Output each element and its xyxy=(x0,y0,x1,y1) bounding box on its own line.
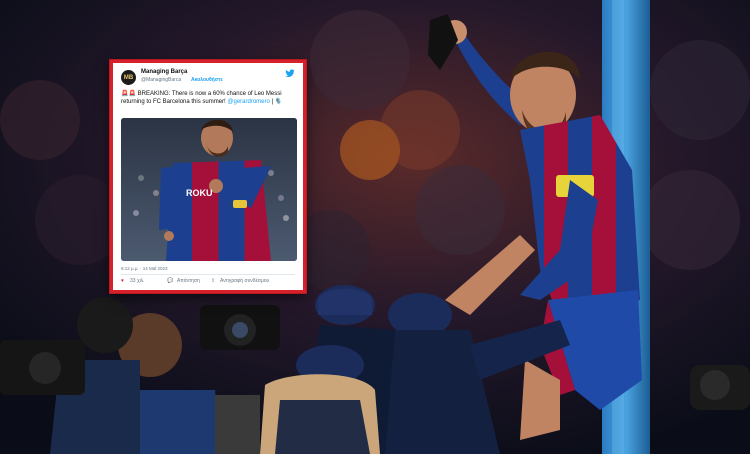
follow-button[interactable]: Ακολουθήστε xyxy=(191,77,223,83)
copy-link-button[interactable]: Αντιγραφή συνδέσμου xyxy=(220,278,269,284)
divider xyxy=(121,274,295,275)
tweet-text: 🚨🚨 BREAKING: There is now a 60% chance o… xyxy=(121,90,297,106)
mention-link[interactable]: @gerardromero xyxy=(227,99,269,105)
tweet-actions: ♥ 33 χιλ. 💬 Απάντηση ⇪ Αντιγραφή συνδέσμ… xyxy=(121,277,295,287)
shirt-text: ROKU xyxy=(186,188,213,198)
tweet-timestamp[interactable]: 8:12 μ.μ. · 14 Μαΐ 2023 xyxy=(121,266,168,271)
account-name[interactable]: Managing Barça xyxy=(141,69,187,75)
tweet-card[interactable]: MB Managing Barça @ManagingBarca Ακολουθ… xyxy=(110,60,306,293)
twitter-bird-icon[interactable] xyxy=(285,69,295,78)
like-count[interactable]: 33 χιλ. xyxy=(130,278,145,284)
tweet-tail: | 🎙️ xyxy=(271,99,283,105)
avatar[interactable]: MB xyxy=(121,70,136,85)
heart-icon[interactable]: ♥ xyxy=(121,278,124,284)
link-icon[interactable]: ⇪ xyxy=(211,278,215,284)
tweet-image[interactable]: ROKU xyxy=(121,118,297,261)
tweet-header: MB Managing Barça @ManagingBarca Ακολουθ… xyxy=(121,69,295,87)
account-handle[interactable]: @ManagingBarca xyxy=(141,77,181,83)
reply-button[interactable]: Απάντηση xyxy=(177,278,200,284)
siren-emoji: 🚨🚨 xyxy=(121,91,136,97)
reply-icon[interactable]: 💬 xyxy=(167,278,173,284)
